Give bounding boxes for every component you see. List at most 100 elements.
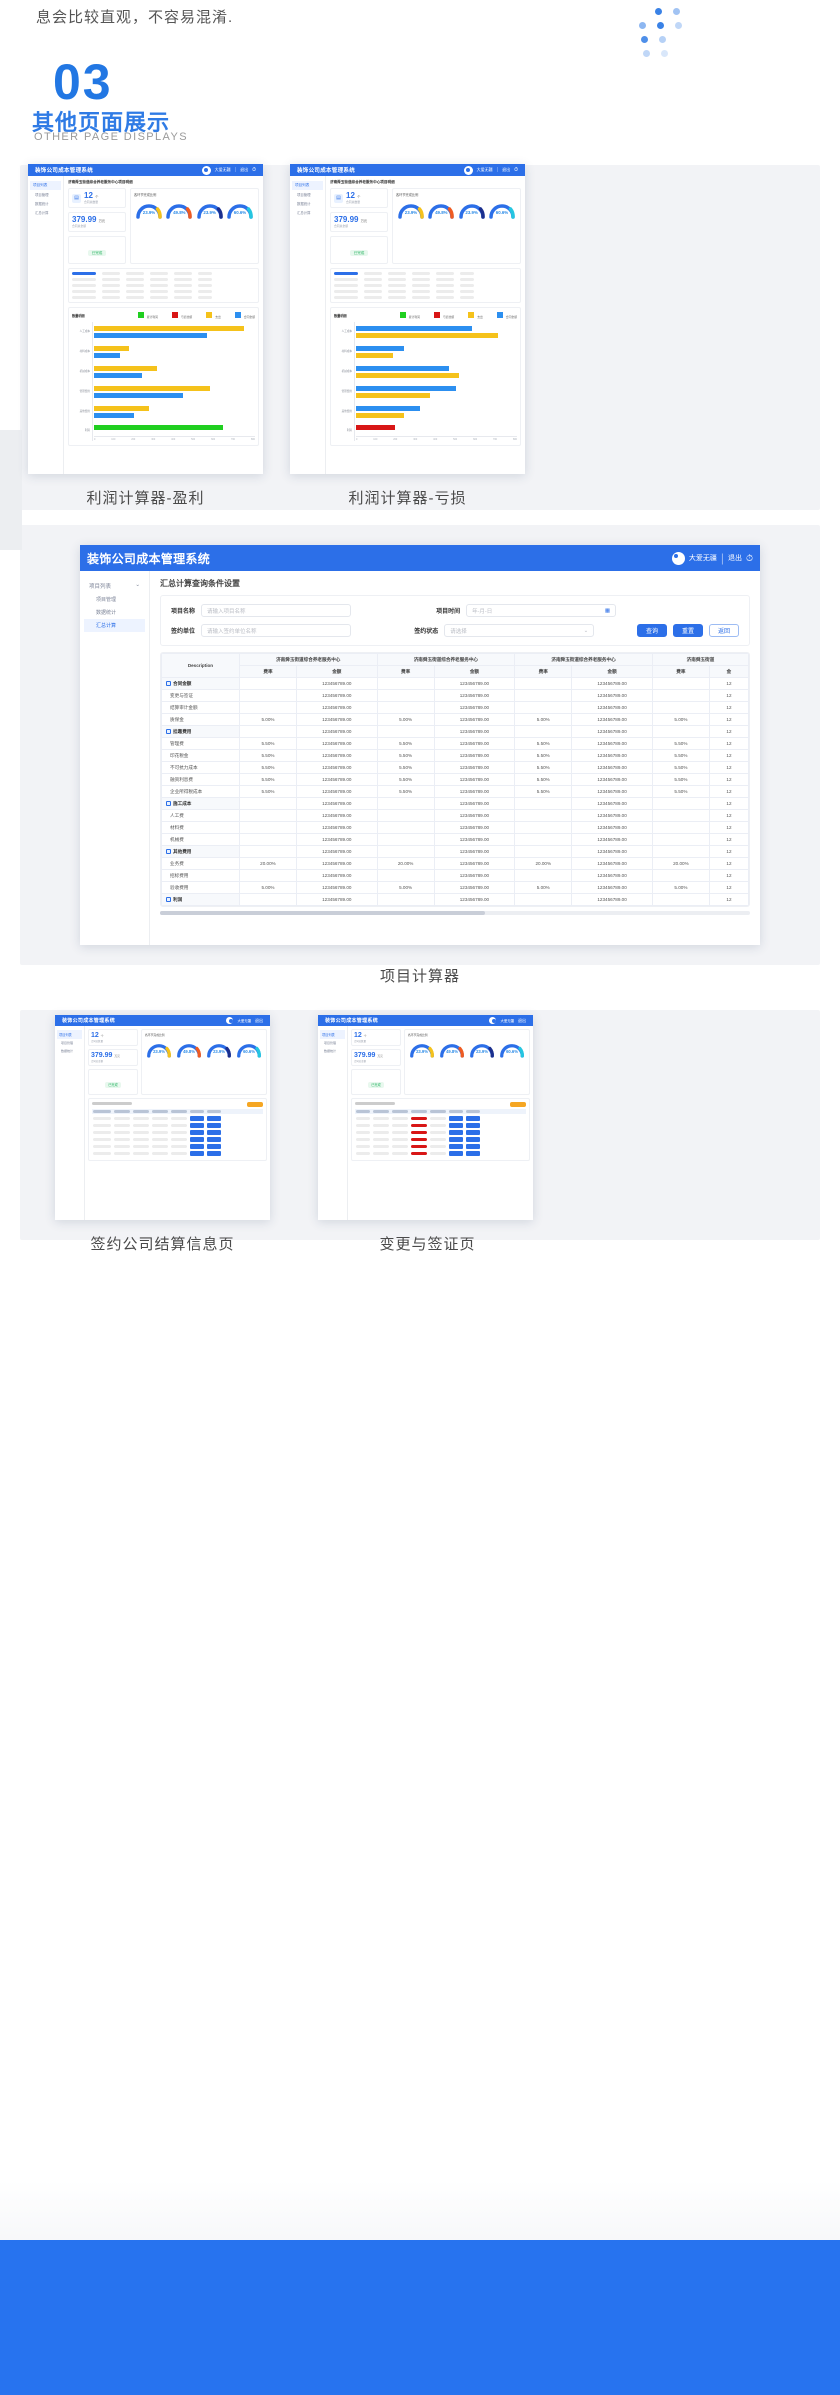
data-table-mock[interactable]: [88, 1098, 267, 1161]
expand-collapse-icon[interactable]: [166, 800, 171, 806]
expand-collapse-icon[interactable]: [166, 728, 171, 734]
table-row[interactable]: 施工成本 123456789.00 123456789.00 123456789.00…: [161, 797, 749, 810]
table-row[interactable]: 管理费 5.50% 123456789.00 5.50% 123456789.00 5.5…: [161, 737, 749, 750]
summary-table[interactable]: Description 济南舜玉街道综合养老服务中心 济南舜玉街道综合养老服务中…: [160, 652, 750, 907]
sidebar-item-0[interactable]: 项目列表: [292, 181, 323, 190]
sidebar-item-label: 项目列表: [89, 584, 112, 590]
table-row[interactable]: 挂靠费用 123456789.00 123456789.00 123456789.00…: [161, 725, 749, 738]
chart-cat-2: 机械成本: [79, 370, 90, 373]
sidebar-item-manage[interactable]: 项目管理: [84, 593, 145, 606]
expand-collapse-icon[interactable]: [166, 848, 171, 854]
section-number: 03: [53, 54, 113, 110]
calendar-icon[interactable]: ▦: [605, 608, 610, 614]
table-row[interactable]: 合同金额 123456789.00 123456789.00 123456789.00…: [161, 677, 749, 690]
back-button[interactable]: 返回: [709, 624, 739, 637]
table-row[interactable]: 验收费用 5.00% 123456789.00 5.00% 123456789.00 5.…: [161, 881, 749, 894]
screenshot-card-change-visa[interactable]: 装饰公司成本管理系统 大爱无疆 退出 项目列表 项目管理 数据统计 12 个 合…: [318, 1015, 533, 1220]
sidebar-item-3[interactable]: 汇总计算: [30, 208, 61, 217]
gauge-value-1: 49.8%: [446, 1049, 458, 1054]
table-cell-tail: 12: [708, 845, 749, 858]
chevron-down-icon: ⌄: [583, 627, 589, 634]
reset-button[interactable]: 重置: [673, 624, 703, 637]
table-cell-rate: 20.00%: [651, 857, 710, 870]
table-row[interactable]: 印花税金 5.50% 123456789.00 5.50% 123456789.00 5.…: [161, 749, 749, 762]
search-button[interactable]: 查询: [637, 624, 667, 637]
gauge-2: 23.9%: [205, 1039, 233, 1058]
gauge-2: 23.9%: [457, 199, 487, 219]
table-row[interactable]: 融资利息费 5.50% 123456789.00 5.50% 123456789.00 5…: [161, 773, 749, 786]
table-row-label: 企业所得税成本: [161, 785, 240, 798]
sidebar-item-2[interactable]: 数据统计: [57, 1047, 82, 1055]
expand-collapse-icon[interactable]: [166, 680, 171, 686]
table-row[interactable]: 变更与签证 123456789.00 123456789.00 123456789.0…: [161, 689, 749, 702]
data-table-mock[interactable]: [351, 1098, 530, 1161]
sidebar-item-3[interactable]: 汇总计算: [292, 208, 323, 217]
table-cell-amount: 123456789.00: [296, 797, 378, 810]
expand-collapse-icon[interactable]: [166, 896, 171, 902]
screenshot-card-settlement[interactable]: 装饰公司成本管理系统 大爱无疆 退出 项目列表 项目管理 数据统计 12 个 合…: [55, 1015, 270, 1220]
account-area[interactable]: 大爱无疆 退出: [226, 1017, 263, 1024]
sidebar-item-2[interactable]: 数据统计: [292, 199, 323, 208]
sidebar[interactable]: 项目列表 项目管理 数据统计 汇总计算: [290, 176, 326, 474]
table-row[interactable]: 企业所得税成本 5.50% 123456789.00 5.50% 123456789.0…: [161, 785, 749, 798]
left-notch-decoration: [0, 430, 22, 550]
signing-unit-input[interactable]: 请输入签约单位名称: [201, 624, 352, 637]
table-row[interactable]: 质保金 5.00% 123456789.00 5.00% 123456789.00 5.0…: [161, 713, 749, 726]
gauge-value-2: 23.9%: [465, 210, 478, 215]
table-cell-rate: [376, 833, 435, 846]
sidebar-item-projects[interactable]: 项目列表 ⌄: [84, 579, 145, 593]
table-row[interactable]: 机械费 123456789.00 123456789.00 123456789.00 1…: [161, 833, 749, 846]
table-row[interactable]: 材料费 123456789.00 123456789.00 123456789.00 1…: [161, 821, 749, 834]
project-name-input[interactable]: 请输入项目名称: [201, 604, 352, 617]
stat-unit-2: 万元: [377, 1054, 383, 1058]
table-cell-rate: [514, 821, 573, 834]
account-area[interactable]: 大爱无疆 | 退出 ⏱: [463, 165, 518, 175]
table-row[interactable]: 利润 123456789.00 123456789.00 123456789.00 12: [161, 893, 749, 906]
sidebar-item-0[interactable]: 项目列表: [320, 1030, 345, 1039]
table-row-group-label: 施工成本: [161, 797, 240, 810]
table-row[interactable]: 不可抗力成本 5.50% 123456789.00 5.50% 123456789.00…: [161, 761, 749, 774]
screenshot-card-profit[interactable]: 装饰公司成本管理系统 大爱无疆 | 退出 ⏱ 项目列表 项目管理 数据统计 汇总…: [28, 164, 263, 474]
stat-value-2: 379.99: [91, 1052, 113, 1059]
gauge-2: 23.9%: [468, 1039, 496, 1058]
sidebar-item-2[interactable]: 数据统计: [30, 199, 61, 208]
sidebar-item-1[interactable]: 项目管理: [320, 1039, 345, 1047]
logout-button[interactable]: 退出: [240, 167, 248, 173]
sidebar-item-2[interactable]: 数据统计: [320, 1047, 345, 1055]
sidebar-item-0[interactable]: 项目列表: [30, 181, 61, 190]
horizontal-scrollbar[interactable]: [160, 911, 750, 915]
logout-button[interactable]: 退出: [502, 167, 510, 173]
table-row-label: 融资利息费: [161, 773, 240, 786]
sidebar[interactable]: 项目列表 项目管理 数据统计: [318, 1026, 348, 1220]
signing-unit-placeholder: 请输入签约单位名称: [207, 628, 257, 635]
query-form[interactable]: 项目名称 请输入项目名称 项目时间 年-月-日 ▦ 签约单位 请输入签约单位名称…: [160, 595, 750, 646]
screenshot-card-loss[interactable]: 装饰公司成本管理系统 大爱无疆 | 退出 ⏱ 项目列表 项目管理 数据统计 汇总…: [290, 164, 525, 474]
sidebar-item-summary[interactable]: 汇总计算: [84, 619, 145, 632]
sidebar[interactable]: 项目列表 项目管理 数据统计 汇总计算: [28, 176, 64, 474]
table-row[interactable]: 业务费 20.00% 123456789.00 20.00% 123456789.00 2…: [161, 857, 749, 870]
account-area[interactable]: 大爱无疆 退出: [489, 1017, 526, 1024]
table-cell-rate: [514, 797, 573, 810]
sidebar-item-0[interactable]: 项目列表: [57, 1030, 82, 1039]
sidebar[interactable]: 项目列表 项目管理 数据统计: [55, 1026, 85, 1220]
signing-status-select[interactable]: 请选择 ⌄: [444, 624, 595, 637]
sidebar-item-1[interactable]: 项目管理: [57, 1039, 82, 1047]
logout-button[interactable]: 退出: [518, 1018, 526, 1024]
account-area[interactable]: 大爱无疆 | 退出 ⏱: [201, 165, 256, 175]
sidebar-item-1[interactable]: 项目管理: [30, 190, 61, 199]
logout-button[interactable]: 退出: [728, 553, 742, 563]
table-row[interactable]: 招标费用 123456789.00 123456789.00 123456789.00…: [161, 869, 749, 882]
sidebar-item-1[interactable]: 项目管理: [292, 190, 323, 199]
logout-button[interactable]: 退出: [255, 1018, 263, 1024]
screenshot-card-summary-calculator[interactable]: 装饰公司成本管理系统 大爱无疆 | 退出 ⏱ 项目列表 ⌄ 项目管理 数据统计 …: [80, 545, 760, 945]
table-row[interactable]: 人工费 123456789.00 123456789.00 123456789.00 1…: [161, 809, 749, 822]
table-row[interactable]: 结算审计金额 123456789.00 123456789.00 123456789.…: [161, 701, 749, 714]
table-row[interactable]: 其他费用 123456789.00 123456789.00 123456789.00…: [161, 845, 749, 858]
table-cell-rate: 5.00%: [514, 881, 573, 894]
account-area[interactable]: 大爱无疆 | 退出 ⏱: [671, 551, 753, 565]
page-subtitle: 济南舜玉街道综合养老服务中心项目明细: [68, 180, 133, 184]
chart-cat-4: 其他费用: [79, 410, 90, 413]
project-date-input[interactable]: 年-月-日 ▦: [466, 604, 617, 617]
sidebar-item-stats[interactable]: 数据统计: [84, 606, 145, 619]
sidebar[interactable]: 项目列表 ⌄ 项目管理 数据统计 汇总计算: [80, 571, 150, 945]
